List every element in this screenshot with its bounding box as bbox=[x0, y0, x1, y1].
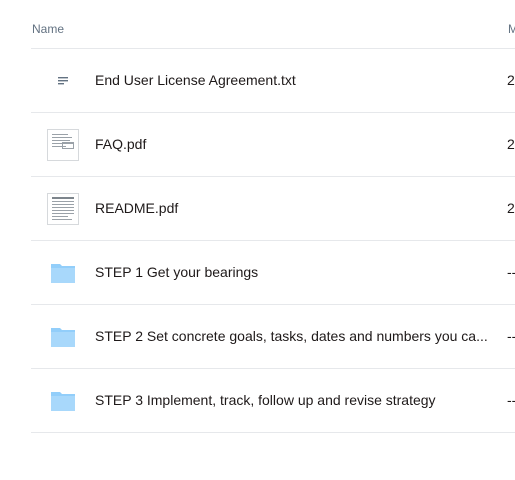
pdf-thumbnail-icon bbox=[46, 128, 80, 162]
folder-icon bbox=[46, 384, 80, 418]
file-name[interactable]: FAQ.pdf bbox=[95, 136, 507, 153]
text-file-icon bbox=[46, 64, 80, 98]
folder-icon bbox=[46, 256, 80, 290]
folder-row[interactable]: STEP 3 Implement, track, follow up and r… bbox=[31, 369, 515, 433]
folder-row[interactable]: STEP 2 Set concrete goals, tasks, dates … bbox=[31, 305, 515, 369]
folder-name[interactable]: STEP 1 Get your bearings bbox=[95, 264, 507, 281]
file-row[interactable]: End User License Agreement.txt 2 bbox=[31, 49, 515, 113]
file-modified: 2 bbox=[507, 200, 515, 216]
folder-icon bbox=[46, 320, 80, 354]
file-modified: -- bbox=[507, 328, 515, 344]
file-name[interactable]: README.pdf bbox=[95, 200, 507, 217]
column-header-name[interactable]: Name bbox=[32, 22, 64, 36]
file-modified: 2 bbox=[507, 72, 515, 88]
folder-row[interactable]: STEP 1 Get your bearings -- bbox=[31, 241, 515, 305]
file-row[interactable]: README.pdf 2 bbox=[31, 177, 515, 241]
pdf-thumbnail-icon bbox=[46, 192, 80, 226]
folder-name[interactable]: STEP 2 Set concrete goals, tasks, dates … bbox=[95, 328, 507, 345]
file-modified: 2 bbox=[507, 136, 515, 152]
file-list: Name M End User License Agreement.txt 2 … bbox=[31, 16, 515, 433]
file-name[interactable]: End User License Agreement.txt bbox=[95, 72, 507, 89]
file-modified: -- bbox=[507, 392, 515, 408]
file-modified: -- bbox=[507, 264, 515, 280]
column-header-modified[interactable]: M bbox=[508, 22, 515, 36]
folder-name[interactable]: STEP 3 Implement, track, follow up and r… bbox=[95, 392, 507, 409]
file-row[interactable]: FAQ.pdf 2 bbox=[31, 113, 515, 177]
file-list-header: Name M bbox=[31, 16, 515, 49]
